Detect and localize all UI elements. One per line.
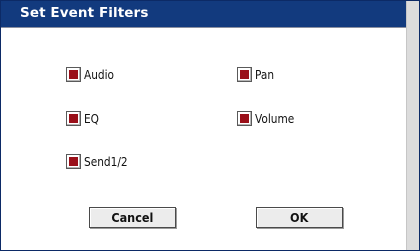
checkbox-box[interactable]	[66, 67, 81, 82]
checked-mark-icon	[69, 157, 78, 166]
dialog-title: Set Event Filters	[20, 5, 149, 21]
checkbox-box[interactable]	[66, 154, 81, 169]
checkbox-box[interactable]	[66, 111, 81, 126]
eq-filter-checkbox[interactable]: EQ	[66, 111, 101, 126]
checked-mark-icon	[69, 70, 78, 79]
checkbox-label-send12: Send1/2	[84, 154, 128, 169]
audio-filter-checkbox[interactable]: Audio	[66, 67, 118, 82]
cancel-button-label: Cancel	[111, 210, 154, 225]
dialog-titlebar: Set Event Filters	[1, 1, 407, 28]
cancel-button[interactable]: Cancel	[89, 207, 176, 228]
checkbox-label-volume: Volume	[255, 111, 295, 126]
checkbox-box[interactable]	[237, 67, 252, 82]
checked-mark-icon	[240, 114, 249, 123]
checkbox-box[interactable]	[237, 111, 252, 126]
checked-mark-icon	[240, 70, 249, 79]
send12-filter-checkbox[interactable]: Send1/2	[66, 154, 134, 169]
side-strip	[406, 1, 419, 250]
checkbox-label-pan: Pan	[255, 67, 275, 82]
checkbox-label-eq: EQ	[84, 111, 99, 126]
volume-filter-checkbox[interactable]: Volume	[237, 111, 300, 126]
pan-filter-checkbox[interactable]: Pan	[237, 67, 277, 82]
set-event-filters-dialog: Set Event Filters Audio EQ Send1/2 Pan V…	[0, 0, 420, 251]
ok-button-label: OK	[290, 210, 309, 225]
ok-button[interactable]: OK	[256, 207, 343, 228]
checkbox-label-audio: Audio	[84, 67, 115, 82]
checked-mark-icon	[69, 114, 78, 123]
